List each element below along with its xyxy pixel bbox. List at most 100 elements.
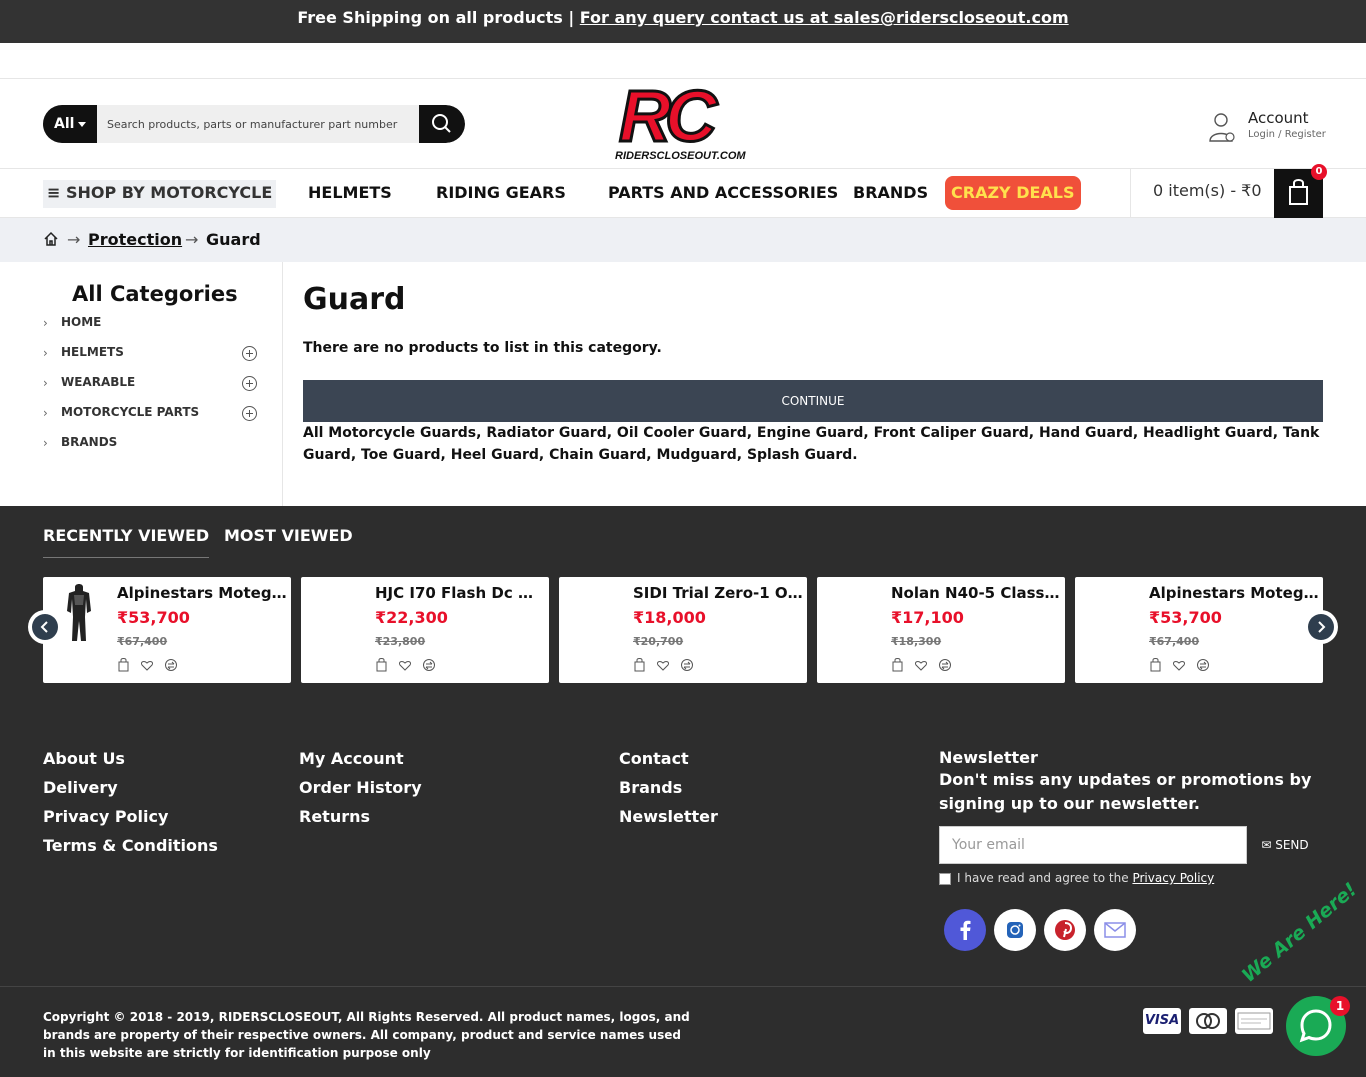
cart-widget[interactable]: 0 item(s) - ₹0 0: [1130, 164, 1327, 218]
product-actions: [376, 658, 435, 672]
footer-link-newsletter[interactable]: Newsletter: [619, 807, 718, 826]
footer-link-delivery[interactable]: Delivery: [43, 778, 118, 797]
search-button[interactable]: [419, 105, 465, 143]
nav-item-riding-gears[interactable]: RIDING GEARS: [436, 180, 566, 206]
search-input[interactable]: [101, 105, 419, 143]
account-title: Account: [1248, 109, 1309, 127]
expand-plus-icon[interactable]: [242, 346, 257, 361]
copyright-text: Copyright © 2018 - 2019, RIDERSCLOSEOUT,…: [43, 1010, 690, 1060]
breadcrumb-current: Guard: [206, 230, 261, 249]
cart-icon[interactable]: [376, 658, 387, 672]
pinterest-icon[interactable]: [1044, 909, 1086, 951]
compare-icon[interactable]: [1197, 659, 1209, 671]
footer-link-terms[interactable]: Terms & Conditions: [43, 836, 218, 855]
visa-icon: VISA: [1143, 1008, 1181, 1034]
product-card[interactable]: SIDI Trial Zero-1 Offroad Boots ₹18,000 …: [559, 577, 807, 683]
search-category-label: All: [54, 116, 75, 132]
sidebar-item-helmets[interactable]: › HELMETS: [43, 342, 257, 366]
home-icon[interactable]: [43, 231, 59, 247]
compare-icon[interactable]: [423, 659, 435, 671]
account-link[interactable]: Account Login / Register: [1208, 109, 1328, 149]
breadcrumb-separator: →: [67, 230, 81, 249]
main-navigation: ≡ SHOP BY MOTORCYCLE HELMETS RIDING GEAR…: [0, 164, 1366, 218]
user-icon: [1209, 113, 1235, 142]
footer-link-privacy-policy[interactable]: Privacy Policy: [43, 807, 168, 826]
carousel-next-button[interactable]: [1304, 610, 1338, 644]
site-logo[interactable]: RC RIDERSCLOSEOUT.COM: [613, 76, 759, 165]
product-card[interactable]: Nolan N40-5 Classic Helmet ₹17,100 ₹18,3…: [817, 577, 1065, 683]
amex-icon: [1235, 1008, 1273, 1034]
nav-item-brands[interactable]: BRANDS: [853, 180, 928, 206]
heart-icon[interactable]: [915, 661, 927, 671]
continue-button[interactable]: CONTINUE: [303, 380, 1323, 422]
product-old-price: ₹18,300: [891, 635, 942, 648]
product-name[interactable]: SIDI Trial Zero-1 Offroad Boots: [633, 584, 803, 602]
expand-plus-icon[interactable]: [242, 376, 257, 391]
product-actions: [892, 658, 951, 672]
send-label: SEND: [1275, 838, 1309, 852]
product-card[interactable]: Alpinestars Motegi v2 Leather Suit ₹53,7…: [43, 577, 291, 683]
agree-checkbox[interactable]: [939, 872, 951, 885]
free-shipping-text: Free Shipping on all products |: [297, 8, 575, 27]
chevron-down-icon: [78, 121, 87, 127]
product-name[interactable]: Nolan N40-5 Classic Helmet: [891, 584, 1061, 602]
product-old-price: ₹20,700: [633, 635, 684, 648]
breadcrumb-protection[interactable]: Protection: [88, 230, 182, 249]
shop-by-motorcycle-menu[interactable]: ≡ SHOP BY MOTORCYCLE: [43, 180, 277, 208]
heart-icon[interactable]: [141, 661, 153, 671]
nav-item-parts-accessories[interactable]: PARTS AND ACCESSORIES: [608, 180, 838, 206]
instagram-icon[interactable]: [994, 909, 1036, 951]
chevron-right-icon: [1318, 621, 1326, 633]
footer-link-order-history[interactable]: Order History: [299, 778, 422, 797]
privacy-policy-link[interactable]: Privacy Policy: [1132, 871, 1214, 885]
product-name[interactable]: Alpinestars Motegi v2 Leather Suit: [117, 584, 287, 602]
nav-item-crazy-deals[interactable]: CRAZY DEALS: [945, 176, 1081, 210]
search-category-dropdown[interactable]: All: [43, 105, 97, 143]
compare-icon[interactable]: [681, 659, 693, 671]
newsletter-send-button[interactable]: ✉ SEND: [1247, 826, 1323, 864]
sidebar-item-brands[interactable]: › BRANDS: [43, 432, 257, 456]
tab-most-viewed[interactable]: MOST VIEWED: [224, 526, 353, 545]
heart-icon[interactable]: [1173, 661, 1185, 671]
sidebar-item-home[interactable]: › HOME: [43, 312, 257, 336]
product-card[interactable]: HJC I70 Flash Dc Helmet ₹22,300 ₹23,800: [301, 577, 549, 683]
heart-icon[interactable]: [399, 661, 411, 671]
product-price: ₹22,300: [375, 608, 448, 627]
cart-icon[interactable]: [1150, 658, 1161, 672]
footer-link-brands[interactable]: Brands: [619, 778, 682, 797]
nav-item-helmets[interactable]: HELMETS: [308, 180, 392, 206]
cart-button[interactable]: 0: [1274, 164, 1327, 218]
search-bar: All: [43, 105, 465, 143]
footer-link-about-us[interactable]: About Us: [43, 749, 125, 768]
contact-email-link[interactable]: For any query contact us at sales@riders…: [580, 8, 1069, 27]
cart-icon[interactable]: [118, 658, 129, 672]
cart-icon[interactable]: [892, 658, 903, 672]
chevron-right-icon: ›: [43, 436, 48, 450]
heart-icon[interactable]: [657, 661, 669, 671]
mastercard-icon: [1189, 1008, 1227, 1034]
cart-icon[interactable]: [634, 658, 645, 672]
footer-link-my-account[interactable]: My Account: [299, 749, 404, 768]
compare-icon[interactable]: [165, 659, 177, 671]
sidebar-item-motorcycle-parts[interactable]: › MOTORCYCLE PARTS: [43, 402, 257, 426]
shop-by-label: SHOP BY MOTORCYCLE: [65, 183, 273, 202]
expand-plus-icon[interactable]: [242, 406, 257, 421]
tab-recently-viewed[interactable]: RECENTLY VIEWED: [43, 526, 210, 558]
compare-icon[interactable]: [939, 659, 951, 671]
cart-count-badge: 0: [1311, 164, 1327, 180]
product-name[interactable]: Alpinestars Motegi v2 Leather Suit: [1149, 584, 1319, 602]
logo-text: RIDERSCLOSEOUT.COM: [615, 150, 746, 162]
footer-link-returns[interactable]: Returns: [299, 807, 370, 826]
login-register-link[interactable]: Login / Register: [1248, 129, 1326, 140]
product-price: ₹53,700: [117, 608, 190, 627]
product-name[interactable]: HJC I70 Flash Dc Helmet: [375, 584, 545, 602]
sidebar-item-wearable[interactable]: › WEARABLE: [43, 372, 257, 396]
product-card[interactable]: Alpinestars Motegi v2 Leather Suit ₹53,7…: [1075, 577, 1323, 683]
facebook-icon[interactable]: [944, 909, 986, 951]
footer-link-contact[interactable]: Contact: [619, 749, 689, 768]
carousel-prev-button[interactable]: [28, 610, 62, 644]
product-price: ₹53,700: [1149, 608, 1222, 627]
mail-icon[interactable]: [1094, 909, 1136, 951]
sidebar-item-label: WEARABLE: [61, 375, 136, 389]
newsletter-email-input[interactable]: [939, 826, 1247, 864]
